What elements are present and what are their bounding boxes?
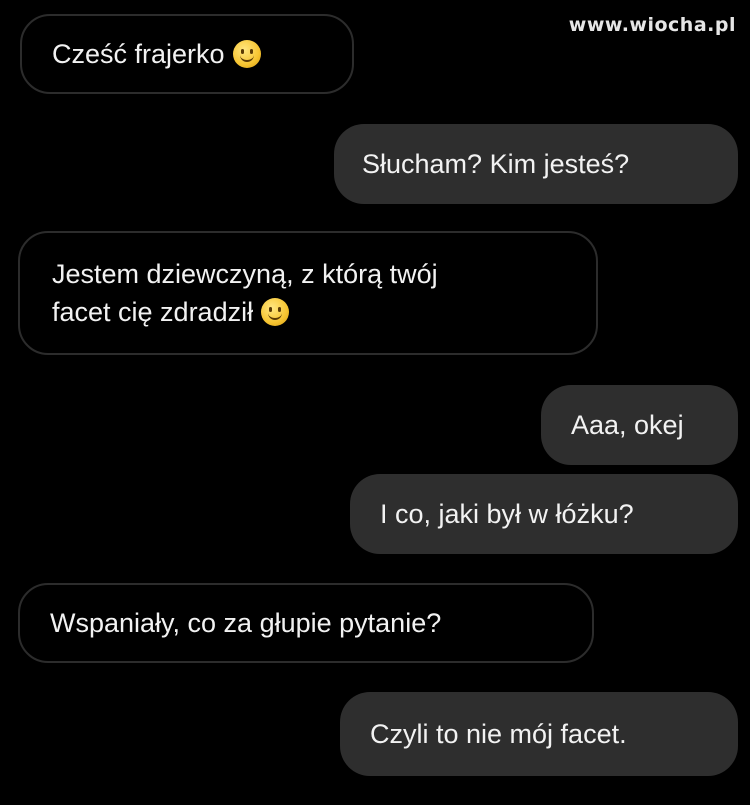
message-outgoing[interactable]: Aaa, okej: [541, 385, 738, 465]
message-incoming[interactable]: Wspaniały, co za głupie pytanie?: [18, 583, 594, 663]
message-text-line-2: facet cię zdradził: [52, 297, 254, 327]
smile-emoji-icon: [232, 40, 261, 68]
message-text: Wspaniały, co za głupie pytanie?: [50, 608, 442, 638]
message-text: I co, jaki był w łóżku?: [380, 499, 634, 529]
message-text: Cześć frajerko: [52, 39, 225, 69]
message-outgoing[interactable]: I co, jaki był w łóżku?: [350, 474, 738, 554]
smile-emoji-icon: [261, 298, 290, 326]
message-text: Słucham? Kim jesteś?: [362, 149, 630, 179]
message-incoming[interactable]: Cześć frajerko: [20, 14, 354, 94]
message-outgoing[interactable]: Słucham? Kim jesteś?: [334, 124, 738, 204]
watermark: www.wiocha.pl: [568, 14, 736, 36]
message-text-line-1: Jestem dziewczyną, z którą twój: [52, 259, 438, 289]
message-text: Aaa, okej: [571, 410, 684, 440]
message-incoming[interactable]: Jestem dziewczyną, z którą twój facet ci…: [18, 231, 598, 355]
message-text: Czyli to nie mój facet.: [370, 719, 627, 749]
message-outgoing[interactable]: Czyli to nie mój facet.: [340, 692, 738, 776]
